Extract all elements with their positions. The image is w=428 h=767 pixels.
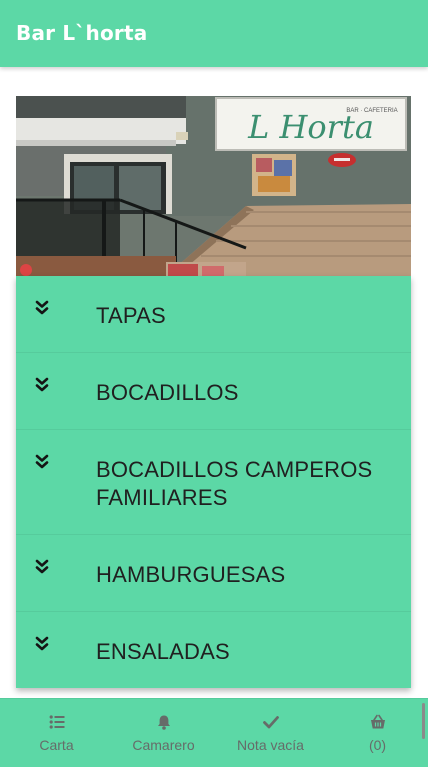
hero-image: L Horta BAR · CAFETERIA	[16, 96, 411, 276]
category-list: TAPAS BOCADILLOS BOCADILLOS CAMPEROS FAM…	[16, 276, 411, 688]
category-label: HAMBURGUESAS	[96, 562, 286, 587]
app-title: Bar L`horta	[16, 21, 148, 45]
category-label: BOCADILLOS	[96, 380, 239, 405]
category-label: TAPAS	[96, 303, 166, 328]
nav-carta-button[interactable]: Carta	[3, 699, 110, 767]
nav-nota-button[interactable]: Nota vacía	[217, 699, 324, 767]
nav-nota-label: Nota vacía	[237, 737, 304, 753]
category-ensaladas[interactable]: ENSALADAS	[16, 612, 411, 688]
nav-carta-label: Carta	[39, 737, 74, 753]
bell-icon	[157, 715, 170, 730]
nav-camarero-button[interactable]: Camarero	[110, 699, 217, 767]
app-header: Bar L`horta	[0, 0, 428, 67]
basket-count: (0)	[368, 737, 387, 753]
chevron-double-down-icon	[35, 377, 49, 392]
bottom-nav: Carta Camarero Nota vacía (0)	[0, 698, 428, 767]
category-label: BOCADILLOS CAMPEROS FAMILIARES	[96, 457, 373, 510]
category-hamburguesas[interactable]: HAMBURGUESAS	[16, 535, 411, 612]
basket-icon	[370, 714, 385, 729]
category-label: ENSALADAS	[96, 639, 230, 664]
category-tapas[interactable]: TAPAS	[16, 276, 411, 353]
chevron-double-down-icon	[35, 559, 49, 574]
category-bocadillos[interactable]: BOCADILLOS	[16, 353, 411, 430]
nav-basket-button[interactable]: (0)	[324, 699, 428, 767]
nav-camarero-label: Camarero	[132, 737, 195, 753]
list-icon	[49, 715, 64, 729]
chevron-double-down-icon	[35, 300, 49, 315]
bar-facade-photo: L Horta BAR · CAFETERIA	[16, 96, 411, 276]
scrollbar-thumb[interactable]	[422, 703, 425, 739]
chevron-double-down-icon	[35, 454, 49, 469]
category-bocadillos-camperos[interactable]: BOCADILLOS CAMPEROS FAMILIARES	[16, 430, 411, 535]
check-icon	[262, 716, 279, 729]
chevron-double-down-icon	[35, 636, 49, 651]
sign-subtext: BAR · CAFETERIA	[346, 108, 397, 114]
